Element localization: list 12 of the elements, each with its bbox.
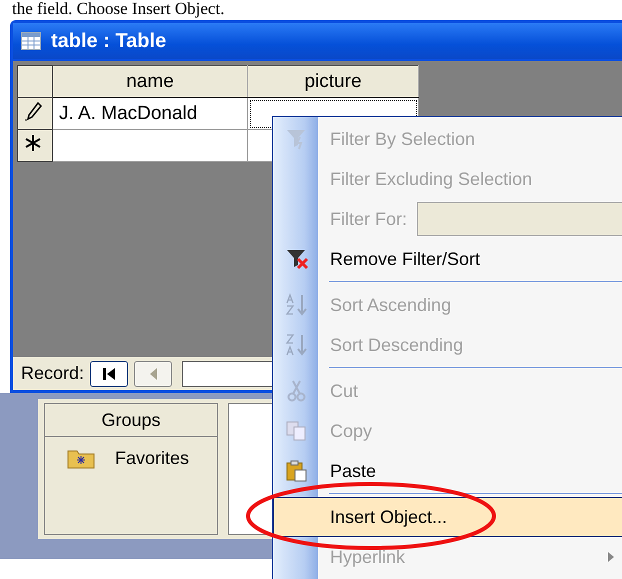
group-item[interactable]: Favorites	[45, 437, 217, 469]
window-title: table : Table	[51, 30, 166, 52]
column-header[interactable]: picture	[248, 66, 418, 98]
column-header[interactable]: name	[52, 66, 248, 98]
groups-header[interactable]: Groups	[45, 404, 217, 437]
menu-item[interactable]: Paste	[273, 451, 622, 491]
table-cell[interactable]: J. A. MacDonald	[52, 98, 248, 130]
menu-item[interactable]: Insert Object...	[273, 497, 622, 537]
menu-item[interactable]: Remove Filter/Sort	[273, 239, 622, 279]
filter-for-label: Filter For:	[330, 208, 408, 230]
caption-text: the field. Choose Insert Object.	[11, 0, 226, 20]
record-label: Record:	[21, 363, 84, 384]
